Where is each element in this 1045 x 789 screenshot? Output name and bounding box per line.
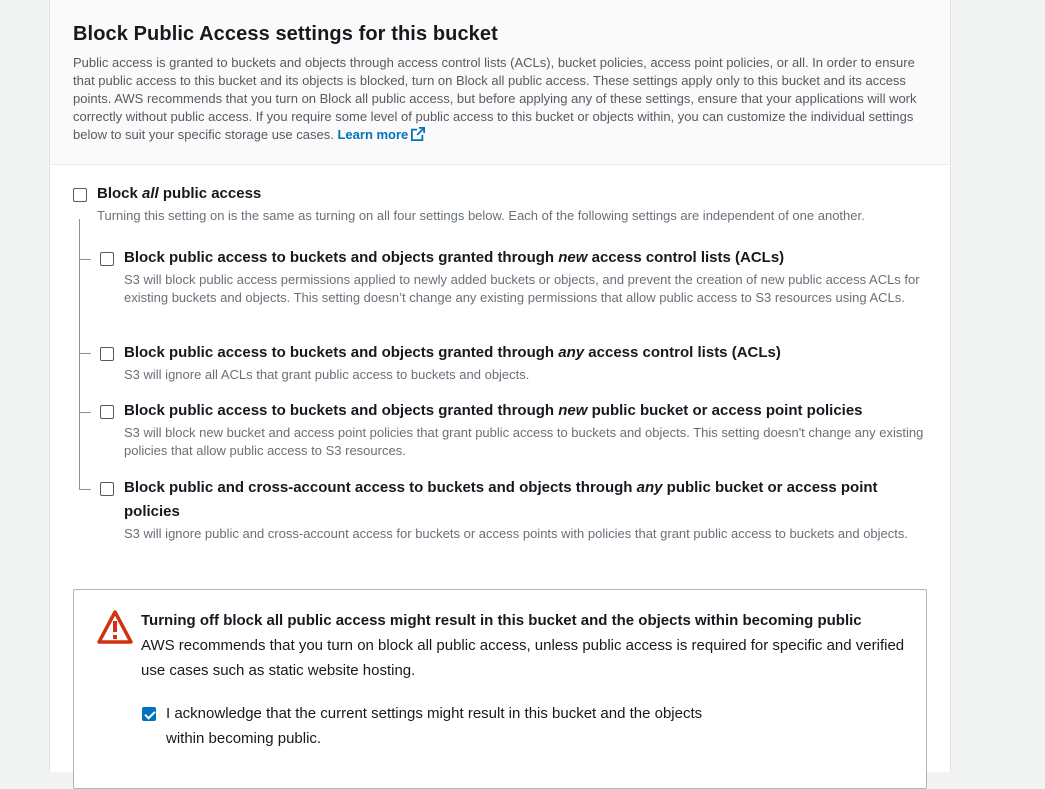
learn-more-link[interactable]: Learn more <box>337 127 426 142</box>
block-any-acls-label: Block public access to buckets and objec… <box>124 344 781 361</box>
block-any-policies-label: Block public and cross-account access to… <box>124 479 878 520</box>
block-new-acls-checkbox[interactable] <box>100 252 114 266</box>
block-all-checkbox[interactable] <box>73 188 87 202</box>
block-any-policies-description: S3 will ignore public and cross-account … <box>124 526 909 541</box>
block-any-policies-checkbox[interactable] <box>100 482 114 496</box>
warning-triangle-icon <box>97 610 133 644</box>
warning-alert: Turning off block all public access migh… <box>73 589 927 789</box>
block-new-acls-description: S3 will block public access permissions … <box>124 272 920 305</box>
warning-title: Turning off block all public access migh… <box>141 612 862 629</box>
tree-branch <box>79 412 91 413</box>
block-all-label: Block all public access <box>97 185 262 202</box>
external-link-icon <box>411 127 426 141</box>
block-new-policies-checkbox[interactable] <box>100 405 114 419</box>
panel-header: Block Public Access settings for this bu… <box>50 0 950 165</box>
acknowledge-label: I acknowledge that the current settings … <box>166 705 703 747</box>
block-new-acls-label: Block public access to buckets and objec… <box>124 249 785 266</box>
block-all-description: Turning this setting on is the same as t… <box>97 208 865 223</box>
block-new-policies-description: S3 will block new bucket and access poin… <box>124 425 924 458</box>
block-any-acls-description: S3 will ignore all ACLs that grant publi… <box>124 367 530 382</box>
tree-branch <box>79 489 91 490</box>
acknowledge-checkbox[interactable] <box>142 707 156 721</box>
section-title: Block Public Access settings for this bu… <box>73 23 498 45</box>
warning-text: AWS recommends that you turn on block al… <box>141 637 905 679</box>
block-new-policies-label: Block public access to buckets and objec… <box>124 402 863 419</box>
section-description: Public access is granted to buckets and … <box>73 55 917 142</box>
block-any-acls-checkbox[interactable] <box>100 347 114 361</box>
tree-branch <box>79 353 91 354</box>
tree-branch <box>79 259 91 260</box>
